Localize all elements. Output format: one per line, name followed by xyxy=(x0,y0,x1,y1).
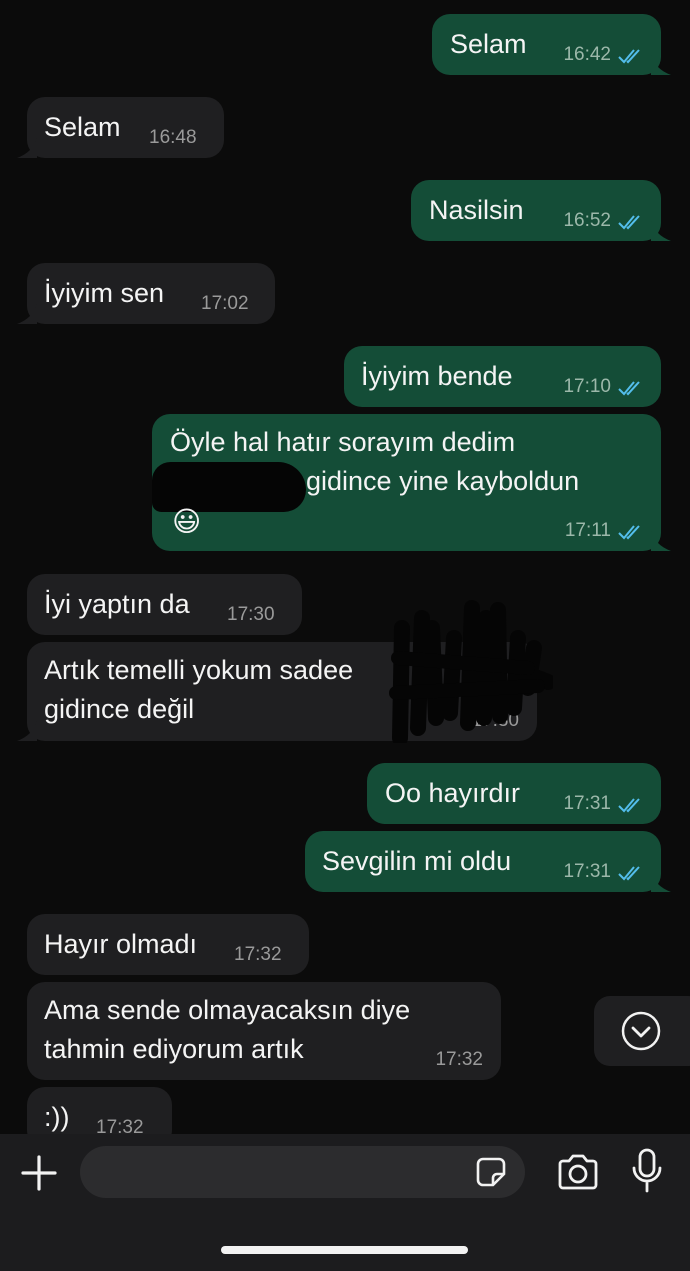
double-check-icon xyxy=(618,215,640,230)
message-time: 16:48 xyxy=(149,127,197,148)
message-text: İyiyim sen xyxy=(44,278,165,308)
chat-area[interactable]: Selam 16:42 Selam 16:48 Nasilsin 16:52 İ… xyxy=(0,0,690,1134)
bubble-tail xyxy=(17,721,37,741)
message-text: Hayır olmadı xyxy=(44,929,198,959)
message-outgoing[interactable]: Nasilsin 16:52 xyxy=(411,180,671,241)
attach-button[interactable] xyxy=(20,1154,58,1192)
camera-icon xyxy=(558,1154,598,1190)
bubble-tail xyxy=(17,304,37,324)
sticker-icon xyxy=(476,1157,506,1187)
bubble-tail xyxy=(651,221,671,241)
message-text: Selam xyxy=(450,29,527,59)
plus-icon xyxy=(21,1155,57,1191)
message-time: 17:32 xyxy=(435,1049,483,1070)
message-text-line: tahmin ediyorum artık xyxy=(44,1034,304,1064)
message-time: 17:11 xyxy=(564,520,611,541)
message-text-line: Artık temelli yokum sadee xyxy=(44,655,354,685)
message-incoming[interactable]: İyi yaptın da 17:30 xyxy=(27,574,302,635)
chevron-down-circle-icon xyxy=(621,1011,661,1051)
message-text: Nasilsin xyxy=(429,195,524,225)
message-time: 17:31 xyxy=(563,793,611,814)
message-time: 17:32 xyxy=(96,1117,144,1134)
double-check-icon xyxy=(618,866,640,881)
message-incoming[interactable]: Selam 16:48 xyxy=(17,97,224,158)
message-text: Selam xyxy=(44,112,121,142)
message-text: Sevgilin mi oldu xyxy=(322,846,512,876)
redaction-scribble xyxy=(389,600,553,743)
double-check-icon xyxy=(618,49,640,64)
message-outgoing[interactable]: Selam 16:42 xyxy=(432,14,671,75)
message-text-line: gidince yine kayboldun xyxy=(306,466,580,496)
message-text-line: gidince değil xyxy=(44,694,195,724)
message-time: 17:32 xyxy=(234,944,282,965)
bubble-tail xyxy=(651,872,671,892)
bubble-tail xyxy=(651,531,671,551)
message-text-line: Öyle hal hatır sorayım dedim xyxy=(170,427,516,457)
message-text: Oo hayırdır xyxy=(385,778,521,808)
message-meta: 17:11 xyxy=(565,520,643,542)
message-outgoing[interactable]: Öyle hal hatır sorayım dedim gidince yin… xyxy=(152,414,671,551)
message-incoming[interactable]: Hayır olmadı 17:32 xyxy=(27,914,309,975)
message-input[interactable] xyxy=(98,1146,462,1200)
message-incoming[interactable]: İyiyim sen 17:02 xyxy=(17,263,275,324)
message-meta: 17:31 xyxy=(563,793,643,815)
home-indicator xyxy=(221,1246,468,1254)
message-time: 17:10 xyxy=(563,376,611,397)
message-incoming[interactable]: Ama sende olmayacaksın diye tahmin ediyo… xyxy=(27,982,501,1080)
sticker-button[interactable] xyxy=(475,1156,507,1193)
message-time: 16:42 xyxy=(563,44,611,65)
message-meta: 16:52 xyxy=(563,210,643,232)
message-time: 16:52 xyxy=(563,210,611,231)
message-time: 17:31 xyxy=(563,861,611,882)
double-check-icon xyxy=(618,798,640,813)
message-text-line: Ama sende olmayacaksın diye xyxy=(44,995,411,1025)
message-outgoing[interactable]: Oo hayırdır 17:31 xyxy=(367,763,661,824)
message-outgoing[interactable]: Sevgilin mi oldu 17:31 xyxy=(305,831,671,892)
bubble-tail xyxy=(17,138,37,158)
double-check-icon xyxy=(618,525,640,540)
scroll-to-bottom-button[interactable] xyxy=(594,996,690,1066)
microphone-icon xyxy=(632,1148,662,1193)
message-input-field[interactable] xyxy=(80,1146,525,1200)
bubble-tail xyxy=(651,55,671,75)
emoji: 😃 xyxy=(172,506,202,537)
message-meta: 16:42 xyxy=(563,44,643,66)
message-time: 17:30 xyxy=(227,604,275,625)
composer-bar xyxy=(0,1134,690,1271)
double-check-icon xyxy=(618,381,640,396)
message-text: İyi yaptın da xyxy=(44,589,190,619)
message-text: :)) xyxy=(44,1102,70,1132)
message-time: 17:02 xyxy=(201,293,249,314)
message-meta: 17:31 xyxy=(563,861,643,883)
message-outgoing[interactable]: İyiyim bende 17:10 xyxy=(344,346,661,407)
microphone-button[interactable] xyxy=(630,1148,664,1194)
message-meta: 17:10 xyxy=(563,376,643,398)
camera-button[interactable] xyxy=(556,1154,600,1190)
message-incoming[interactable]: :)) 17:32 xyxy=(27,1087,172,1134)
message-text: İyiyim bende xyxy=(361,361,513,391)
